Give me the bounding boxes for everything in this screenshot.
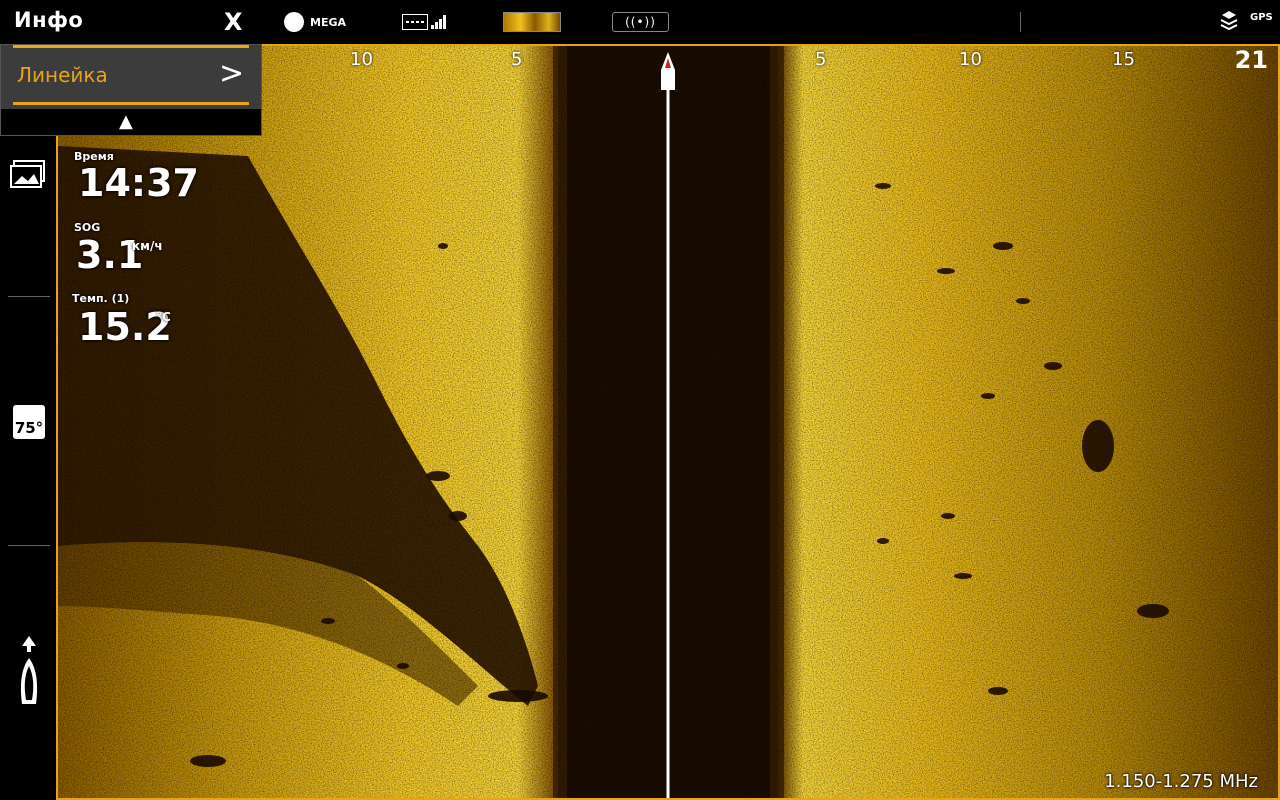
range-scale-label: 10 [959,49,982,70]
range-scale-label: 10 [350,49,373,70]
menu-accent-line [13,102,249,105]
temp-unit: °C [156,310,171,324]
mega-icon [284,12,304,32]
screenshot-gallery-icon[interactable] [10,159,46,189]
sidebar-divider [8,296,50,297]
range-scale-label: 5 [511,49,523,70]
side-imaging-thumbnail[interactable] [503,12,561,32]
sidebar-divider [8,545,50,546]
ruler-menu-item[interactable]: Линейка > [1,48,261,102]
mega-label: MEGA [310,15,347,29]
info-title: Инфо [14,8,84,32]
range-scale-label: 15 [1112,49,1135,70]
vessel-heading-icon[interactable] [14,636,44,708]
mega-sonar-indicator[interactable]: MEGA [284,11,346,33]
close-button[interactable]: X [224,8,243,36]
layers-icon[interactable] [1218,9,1240,35]
time-value: 14:37 [78,161,199,205]
sog-unit: км/ч [132,239,163,253]
side-imaging-sonar-view[interactable]: 10 5 5 10 15 21 Время 14:37 SOG 3.1 км/ч… [56,44,1280,800]
temperature-icon[interactable]: 75° [13,405,45,439]
ruler-label: Линейка [17,63,108,87]
signal-bars-icon [431,15,446,29]
info-menu-panel: Линейка > ▲ [0,44,262,136]
frequency-label: 1.150-1.275 MHz [1104,771,1258,792]
temp-label: Темп. (1) [72,292,130,305]
chevron-right-icon: > [219,56,245,91]
range-value[interactable]: 21 [1235,46,1268,74]
sonar-image [58,46,1278,798]
toolbar-divider [1020,12,1021,32]
gps-indicator[interactable]: GPS [1250,12,1273,23]
chevron-up-icon: ▲ [119,111,133,132]
sonar-signal-indicator[interactable] [402,11,446,33]
sonar-screen-icon [402,14,428,30]
collapse-menu-button[interactable]: ▲ [1,109,261,135]
left-sidebar: 75° [0,44,56,800]
transducer-indicator[interactable]: ((•)) [612,12,669,32]
top-status-bar: Инфо X MEGA ((•)) GPS [0,0,1280,44]
range-scale-label: 5 [815,49,827,70]
